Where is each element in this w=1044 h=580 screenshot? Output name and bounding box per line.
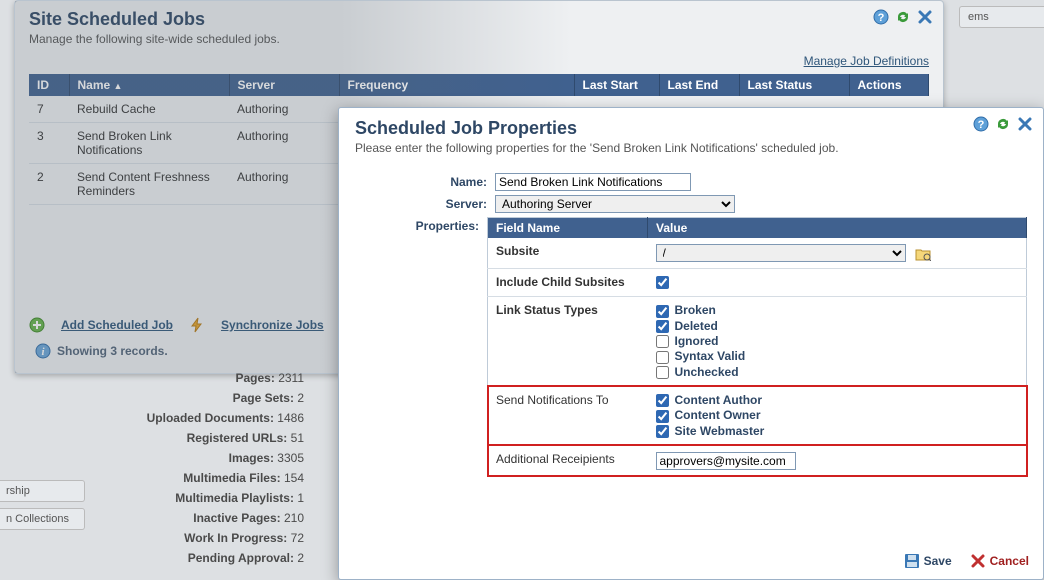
server-label: Server: <box>355 195 495 211</box>
folder-search-icon[interactable] <box>915 247 931 261</box>
col-id[interactable]: ID <box>29 74 69 96</box>
link-status-checkbox[interactable] <box>656 320 669 333</box>
add-scheduled-job-link[interactable]: Add Scheduled Job <box>61 318 173 332</box>
additional-recipients-input[interactable] <box>656 452 796 470</box>
save-label: Save <box>924 554 952 568</box>
help-icon[interactable]: ? <box>973 116 989 132</box>
help-icon[interactable]: ? <box>873 9 889 25</box>
svg-text:?: ? <box>878 12 885 24</box>
server-select[interactable]: Authoring Server <box>495 195 735 213</box>
col-frequency[interactable]: Frequency <box>339 74 574 96</box>
cancel-icon <box>970 553 986 569</box>
save-icon <box>904 553 920 569</box>
info-icon: i <box>35 343 51 359</box>
dialog-title: Scheduled Job Properties <box>355 118 1027 139</box>
cancel-button[interactable]: Cancel <box>970 553 1029 569</box>
row-subsite: Subsite / <box>488 238 1027 269</box>
right-tab-fragment: ems <box>959 6 1044 28</box>
col-last-start[interactable]: Last Start <box>574 74 659 96</box>
svg-text:?: ? <box>978 119 985 131</box>
left-nav-fragment: rshipn Collections <box>0 480 85 536</box>
include-child-label: Include Child Subsites <box>488 269 648 297</box>
checkbox-label: Syntax Valid <box>675 349 746 363</box>
lightning-icon <box>189 317 205 333</box>
link-status-checkbox[interactable] <box>656 305 669 318</box>
col-name[interactable]: Name ▲ <box>69 74 229 96</box>
checkbox-label: Site Webmaster <box>675 424 765 438</box>
name-label: Name: <box>355 173 495 189</box>
close-icon[interactable] <box>917 9 933 25</box>
close-icon[interactable] <box>1017 116 1033 132</box>
send-to-checkbox[interactable] <box>656 394 669 407</box>
page-subtitle: Manage the following site-wide scheduled… <box>29 32 929 46</box>
link-status-checkbox[interactable] <box>656 366 669 379</box>
send-to-checkbox[interactable] <box>656 410 669 423</box>
checkbox-label: Ignored <box>675 334 719 348</box>
send-to-checkbox[interactable] <box>656 425 669 438</box>
name-input[interactable] <box>495 173 691 191</box>
save-button[interactable]: Save <box>904 553 952 569</box>
col-name-label: Name <box>78 78 111 92</box>
cancel-label: Cancel <box>990 554 1029 568</box>
checkbox-label: Content Author <box>675 393 763 407</box>
properties-table: Field Name Value Subsite / <box>487 217 1027 477</box>
page-title: Site Scheduled Jobs <box>29 9 929 30</box>
row-include-child: Include Child Subsites <box>488 269 1027 297</box>
showing-text: Showing 3 records. <box>57 344 168 358</box>
job-properties-dialog: ? Scheduled Job Properties Please enter … <box>338 107 1044 580</box>
properties-label: Properties: <box>355 217 487 233</box>
subsite-select[interactable]: / <box>656 244 906 262</box>
synchronize-jobs-link[interactable]: Synchronize Jobs <box>221 318 324 332</box>
row-send-to: Send Notifications To Content AuthorCont… <box>488 386 1027 445</box>
checkbox-label: Content Owner <box>675 408 761 422</box>
checkbox-label: Deleted <box>675 319 718 333</box>
col-value: Value <box>648 218 1027 239</box>
col-last-end[interactable]: Last End <box>659 74 739 96</box>
refresh-icon[interactable] <box>995 116 1011 132</box>
row-additional: Additional Receipients <box>488 445 1027 476</box>
subsite-label: Subsite <box>488 238 648 269</box>
dialog-subtitle: Please enter the following properties fo… <box>355 141 1027 155</box>
additional-label: Additional Receipients <box>488 445 648 476</box>
col-last-status[interactable]: Last Status <box>739 74 849 96</box>
col-field-name: Field Name <box>488 218 648 239</box>
checkbox-label: Broken <box>675 303 716 317</box>
refresh-icon[interactable] <box>895 9 911 25</box>
stats-list: Pages: 2311Page Sets: 2Uploaded Document… <box>4 368 304 568</box>
manage-job-definitions-link[interactable]: Manage Job Definitions <box>804 54 929 68</box>
checkbox-label: Unchecked <box>675 365 739 379</box>
col-actions[interactable]: Actions <box>849 74 929 96</box>
add-icon <box>29 317 45 333</box>
include-child-checkbox[interactable] <box>656 276 669 289</box>
link-status-checkbox[interactable] <box>656 351 669 364</box>
link-status-checkbox[interactable] <box>656 335 669 348</box>
row-link-status: Link Status Types Broken DeletedIgnoredSy… <box>488 297 1027 387</box>
link-status-label: Link Status Types <box>488 297 648 387</box>
send-to-label: Send Notifications To <box>488 386 648 445</box>
col-server[interactable]: Server <box>229 74 339 96</box>
